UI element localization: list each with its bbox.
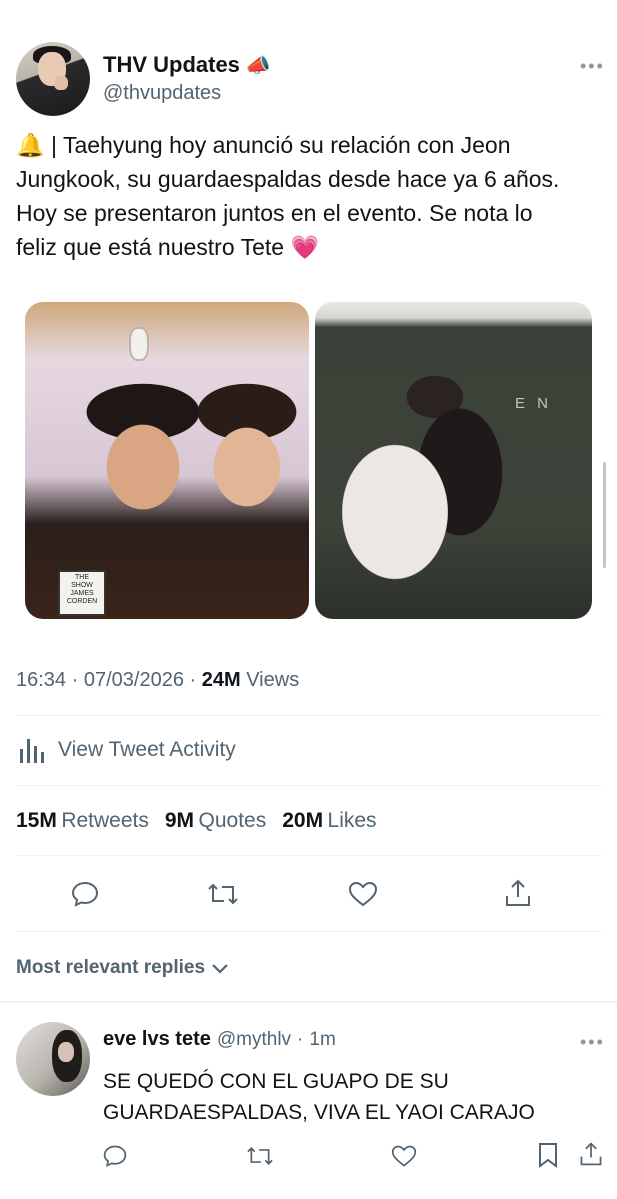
author-name[interactable]: THV Updates — [103, 52, 240, 78]
tweet-date[interactable]: 07/03/2026 — [84, 669, 184, 691]
divider — [16, 855, 601, 856]
divider — [16, 785, 601, 786]
reply-line: GUARDAESPALDAS, VIVA EL YAOI CARAJO — [103, 1101, 535, 1124]
reply-reply-icon[interactable] — [102, 1143, 128, 1174]
chevron-down-icon — [212, 964, 228, 974]
reply-separator: · — [297, 1029, 304, 1050]
retweets-stat[interactable]: 15M Retweets — [16, 809, 149, 833]
photo-wall-text: E N — [515, 395, 553, 412]
scrollbar-thumb[interactable] — [603, 462, 606, 568]
reply-line: SE QUEDÓ CON EL GUAPO DE SU — [103, 1070, 449, 1093]
reply-avatar[interactable] — [16, 1022, 90, 1096]
divider — [16, 715, 601, 716]
reply-time[interactable]: 1m — [309, 1029, 335, 1051]
tweet-line: Hoy se presentaron juntos en el evento. … — [16, 200, 533, 226]
tweet-meta: 16:34 · 07/03/2026 · 24M Views — [16, 669, 300, 691]
retweet-icon[interactable] — [206, 879, 240, 914]
reply-share-icon[interactable] — [578, 1140, 604, 1173]
reply-author-name[interactable]: eve lvs tete — [103, 1028, 211, 1051]
views-label: Views — [246, 669, 300, 691]
reply-icon[interactable] — [70, 879, 100, 914]
section-separator — [0, 1001, 617, 1003]
author-avatar[interactable] — [16, 42, 90, 116]
tweet-photo-2[interactable]: E N — [315, 302, 592, 619]
tweet-stats: 15M Retweets 9M Quotes 20M Likes — [16, 809, 377, 833]
tweet-time[interactable]: 16:34 — [16, 669, 66, 691]
view-activity-button[interactable]: View Tweet Activity — [18, 735, 236, 765]
reply-text: SE QUEDÓ CON EL GUAPO DE SU GUARDAESPALD… — [103, 1066, 535, 1128]
more-options-icon[interactable]: ••• — [580, 56, 605, 77]
tweet-text: 🔔 | Taehyung hoy anunció su relación con… — [16, 128, 559, 264]
reply-header: eve lvs tete @mythlv · 1m — [103, 1028, 336, 1051]
photo-sign: THE SHOW JAMES CORDEN — [58, 570, 106, 616]
reply-more-options-icon[interactable]: ••• — [580, 1032, 605, 1053]
reply-like-icon[interactable] — [390, 1143, 418, 1174]
quotes-stat[interactable]: 9M Quotes — [165, 809, 266, 833]
photo-lamp — [129, 327, 149, 361]
replies-sort-label: Most relevant replies — [16, 957, 206, 978]
replies-sort-dropdown[interactable]: Most relevant replies — [16, 957, 229, 979]
bar-chart-icon — [20, 739, 44, 763]
tweet-line: Jungkook, su guardaespaldas desde hace y… — [16, 166, 560, 192]
tweet-line: 🔔 | Taehyung hoy anunció su relación con… — [16, 132, 511, 158]
reply-author-handle[interactable]: @mythlv — [217, 1029, 291, 1051]
likes-stat[interactable]: 20M Likes — [282, 809, 376, 833]
author-handle[interactable]: @thvupdates — [103, 82, 221, 105]
divider — [16, 931, 601, 932]
like-icon[interactable] — [347, 879, 379, 914]
views-count: 24M — [201, 669, 241, 691]
tweet-photo-1[interactable]: THE SHOW JAMES CORDEN — [25, 302, 309, 619]
share-icon[interactable] — [503, 877, 533, 914]
megaphone-icon: 📣 — [245, 54, 271, 77]
reply-bookmark-icon[interactable] — [537, 1141, 559, 1174]
view-activity-label: View Tweet Activity — [58, 738, 236, 761]
tweet-line: feliz que está nuestro Tete 💗 — [16, 234, 320, 260]
reply-retweet-icon[interactable] — [245, 1143, 275, 1174]
